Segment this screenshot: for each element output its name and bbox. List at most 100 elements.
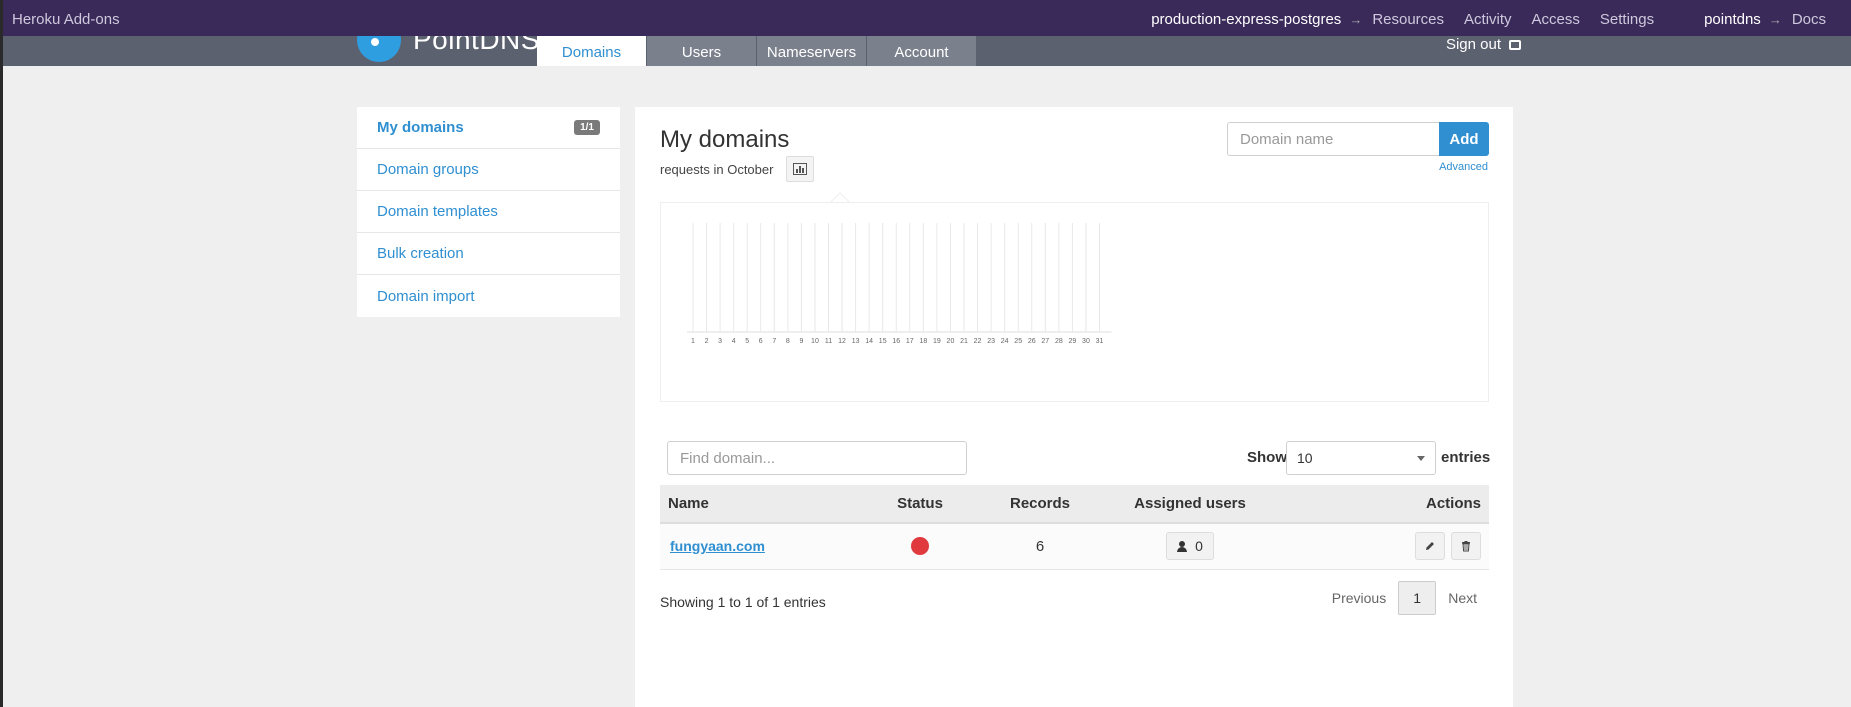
chart-tick-label: 26 — [1028, 338, 1036, 345]
previous-page-button[interactable]: Previous — [1320, 590, 1398, 606]
column-header-assigned-users[interactable]: Assigned users — [1110, 485, 1270, 524]
column-header-name[interactable]: Name — [660, 485, 870, 524]
domains-table: Name Status Records Assigned users Actio… — [660, 485, 1489, 570]
chart-tick-label: 7 — [772, 338, 776, 345]
sidebar-item-label: Domain templates — [377, 203, 498, 220]
chart-tick-label: 12 — [838, 338, 846, 345]
heroku-addons-bar: Heroku Add-ons production-express-postgr… — [0, 0, 1851, 36]
chart-tick-label: 4 — [732, 338, 736, 345]
column-header-actions: Actions — [1270, 485, 1489, 524]
chart-tick-label: 9 — [799, 338, 803, 345]
tab-users[interactable]: Users — [647, 36, 757, 66]
assigned-users-button[interactable]: 0 — [1166, 532, 1214, 561]
chart-tick-label: 21 — [960, 338, 968, 345]
sign-out-label: Sign out — [1445, 36, 1501, 53]
column-header-records[interactable]: Records — [970, 485, 1110, 524]
chart-tick-label: 30 — [1082, 338, 1090, 345]
heroku-app-link[interactable]: production-express-postgres — [1151, 11, 1341, 28]
chart-tick-label: 22 — [974, 338, 982, 345]
domain-link[interactable]: fungyaan.com — [668, 538, 765, 554]
heroku-addon-name[interactable]: pointdns — [1704, 11, 1761, 28]
chart-tick-label: 8 — [786, 338, 790, 345]
assigned-users-count: 0 — [1195, 538, 1203, 555]
main-panel: My domains requests in October Add Advan… — [635, 107, 1513, 707]
heroku-docs-link[interactable]: Docs — [1792, 11, 1826, 28]
sidebar-item-domain-import[interactable]: Domain import — [357, 275, 620, 317]
sign-out-icon — [1509, 39, 1521, 50]
sidebar-item-domain-templates[interactable]: Domain templates — [357, 191, 620, 233]
chart-tick-label: 23 — [987, 338, 995, 345]
edit-button[interactable] — [1414, 532, 1445, 561]
assigned-users-cell: 0 — [1110, 523, 1270, 570]
domain-name-cell: fungyaan.com — [660, 523, 870, 570]
tab-domains[interactable]: Domains — [537, 36, 647, 66]
heroku-access-link[interactable]: Access — [1532, 11, 1580, 28]
chart-tick-label: 3 — [718, 338, 722, 345]
chart-tick-label: 24 — [1001, 338, 1009, 345]
add-domain-button[interactable]: Add — [1439, 122, 1489, 156]
stats-toggle-button[interactable] — [786, 156, 814, 182]
chart-tick-label: 6 — [759, 338, 763, 345]
chart-tick-label: 29 — [1069, 338, 1077, 345]
heroku-activity-link[interactable]: Activity — [1464, 11, 1512, 28]
tab-nameservers[interactable]: Nameservers — [757, 36, 867, 66]
showing-entries-text: Showing 1 to 1 of 1 entries — [660, 594, 826, 610]
domain-name-input[interactable] — [1227, 122, 1439, 156]
chart-tick-label: 1 — [691, 338, 695, 345]
chart-tick-label: 19 — [933, 338, 941, 345]
chart-tick-label: 17 — [906, 338, 914, 345]
chart-tick-label: 2 — [705, 338, 709, 345]
chart-tick-label: 14 — [865, 338, 873, 345]
table-header-row: Name Status Records Assigned users Actio… — [660, 485, 1489, 524]
heroku-brand-link[interactable]: Heroku Add-ons — [12, 11, 120, 28]
table-row: fungyaan.com 6 0 — [660, 523, 1489, 570]
tab-account[interactable]: Account — [867, 36, 977, 66]
advanced-link[interactable]: Advanced — [1439, 161, 1488, 173]
page-size-value: 10 — [1297, 450, 1313, 466]
column-header-status[interactable]: Status — [870, 485, 970, 524]
sidebar-item-bulk-creation[interactable]: Bulk creation — [357, 233, 620, 275]
pencil-icon — [1425, 542, 1434, 551]
arrow-icon: → — [1768, 12, 1782, 27]
status-cell — [870, 523, 970, 570]
chevron-down-icon — [1417, 455, 1425, 461]
delete-button[interactable] — [1451, 532, 1481, 561]
heroku-nav: production-express-postgres → Resources … — [1151, 11, 1826, 28]
chart-tick-label: 25 — [1014, 338, 1022, 345]
window-edge — [0, 0, 3, 707]
chart-tick-label: 31 — [1096, 338, 1104, 345]
chart-tick-label: 13 — [852, 338, 860, 345]
sidebar-item-label: Domain import — [377, 287, 475, 305]
sidebar-item-my-domains[interactable]: My domains 1/1 — [357, 107, 620, 149]
app-nav-bar: PointDNS Domains Users Nameservers Accou… — [3, 36, 1851, 66]
arrow-icon: → — [1349, 12, 1363, 27]
entries-label: entries — [1441, 449, 1491, 466]
chart-tick-label: 20 — [947, 338, 955, 345]
show-label: Show — [1247, 449, 1287, 466]
chart-tick-label: 18 — [919, 338, 927, 345]
sign-out-link[interactable]: Sign out — [1446, 36, 1521, 53]
sidebar-item-label: Domain groups — [377, 161, 479, 178]
pointdns-logo[interactable]: PointDNS — [357, 36, 540, 62]
status-indicator — [911, 537, 929, 556]
logo-icon — [357, 36, 401, 62]
heroku-resources-link[interactable]: Resources — [1372, 11, 1444, 28]
page-button-1[interactable]: 1 — [1398, 581, 1437, 615]
bar-chart-icon — [793, 163, 807, 175]
sidebar-item-label: Bulk creation — [377, 245, 464, 262]
sidebar-item-domain-groups[interactable]: Domain groups — [357, 149, 620, 191]
chart-tick-label: 10 — [811, 338, 819, 345]
pagination: Previous 1 Next — [1320, 581, 1489, 615]
sidebar-item-label: My domains — [377, 119, 464, 136]
trash-icon — [1462, 541, 1470, 552]
next-page-button[interactable]: Next — [1436, 590, 1489, 606]
records-cell: 6 — [970, 523, 1110, 570]
requests-subtitle: requests in October — [660, 162, 774, 177]
heroku-settings-link[interactable]: Settings — [1600, 11, 1654, 28]
requests-chart: 1 2 3 4 5 6 7 8 9 10 11 12 13 14 15 16 17 18 19 20 21 22 23 24 2… — [660, 202, 1489, 402]
chart-tick-label: 15 — [879, 338, 887, 345]
page-size-select[interactable]: 10 — [1286, 441, 1436, 475]
page-title: My domains — [660, 126, 790, 153]
find-domain-input[interactable] — [667, 441, 967, 475]
chart-tick-label: 28 — [1055, 338, 1063, 345]
